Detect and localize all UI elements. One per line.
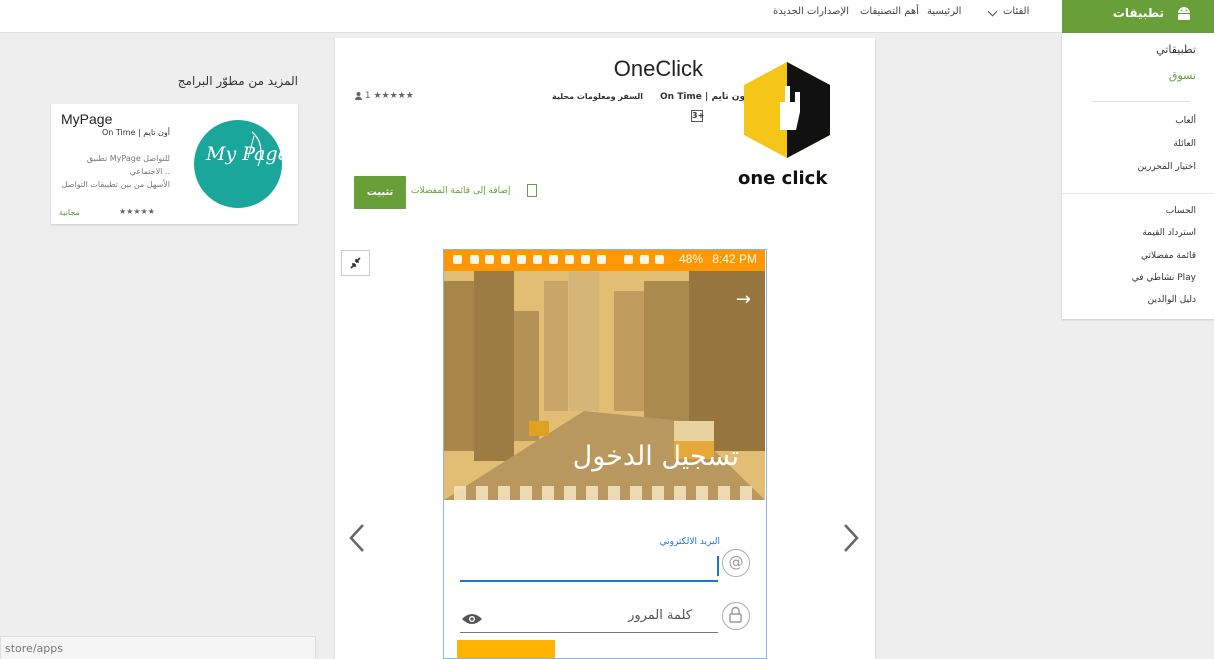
status-icon bbox=[485, 255, 494, 264]
sidebar-item-wishlist[interactable]: قائمة مفضلاتي bbox=[1141, 251, 1196, 261]
sidebar-divider bbox=[1092, 101, 1190, 102]
status-icon bbox=[533, 255, 542, 264]
card-desc-line: الاجتماعي .. bbox=[129, 167, 170, 176]
bookmark-plus-icon[interactable] bbox=[527, 184, 537, 197]
card-app-name[interactable]: MyPage bbox=[61, 111, 112, 127]
nav-top-charts[interactable]: أهم التصنيفات bbox=[860, 6, 919, 17]
mypage-logo-text: My Page bbox=[205, 143, 284, 165]
phone-status-bar: 48% 8:42 PM bbox=[444, 250, 765, 271]
eye-icon[interactable] bbox=[462, 613, 482, 625]
chevron-right-icon[interactable] bbox=[843, 523, 859, 553]
login-button[interactable] bbox=[457, 640, 555, 658]
status-time: 8:42 PM bbox=[712, 252, 757, 266]
card-description: تطبيق MyPage للتواصل الاجتماعي .. الأسهل… bbox=[60, 152, 170, 191]
review-count: 1 bbox=[364, 91, 371, 101]
sidebar-item-play-activity[interactable]: نشاطي في Play bbox=[1132, 273, 1196, 283]
logo-text: one click bbox=[738, 168, 828, 189]
collapse-icon[interactable] bbox=[341, 250, 370, 276]
mypage-logo: My Page bbox=[194, 120, 284, 208]
more-from-developer-title: المزيد من مطوّر البرامج bbox=[177, 74, 298, 88]
android-icon bbox=[1178, 7, 1190, 20]
arrow-right-icon[interactable]: → bbox=[736, 289, 751, 310]
status-icon bbox=[581, 255, 590, 264]
password-field[interactable] bbox=[460, 632, 718, 633]
at-icon: @ bbox=[722, 549, 750, 577]
password-label: كلمة المرور bbox=[628, 608, 692, 623]
nav-categories[interactable]: الفئات bbox=[1003, 6, 1029, 17]
battery-level: 48% bbox=[678, 252, 703, 266]
install-button[interactable]: تثبيت bbox=[354, 176, 406, 209]
lock-icon bbox=[722, 602, 750, 630]
status-url: store/apps bbox=[0, 636, 316, 659]
sidebar-item-shop[interactable]: تسوق bbox=[1169, 69, 1196, 82]
card-rating-stars: ★★★★★ bbox=[119, 207, 155, 216]
nav-new-releases[interactable]: الإصدارات الجديدة bbox=[773, 6, 849, 17]
sidebar-item-parent-guide[interactable]: دليل الوالدين bbox=[1148, 295, 1196, 305]
apps-tab[interactable]: تطبيقات bbox=[1062, 0, 1214, 33]
sidebar-item-redeem[interactable]: استرداد القيمة bbox=[1142, 228, 1196, 238]
oneclick-logo: one click bbox=[738, 62, 830, 189]
sidebar-item-editors-choice[interactable]: اختيار المحررين bbox=[1138, 162, 1196, 172]
card-desc-line: تطبيق MyPage للتواصل bbox=[86, 154, 170, 163]
status-icon bbox=[624, 255, 633, 264]
city-photo: → تسجيل الدخول bbox=[444, 271, 765, 500]
sidebar-divider bbox=[1062, 193, 1214, 194]
add-to-wishlist-link[interactable]: إضافة إلى قائمة المفضلات bbox=[411, 186, 511, 196]
status-icon bbox=[640, 255, 649, 264]
person-icon bbox=[355, 91, 362, 100]
card-desc-line: الأسهل من بين تطبيقات التواصل bbox=[61, 180, 170, 189]
sidebar: تطبيقاتي تسوق ألعاب العائلة اختيار المحر… bbox=[1062, 33, 1214, 319]
app-details-card: OneClick On Time | أون تايم السفر ومعلوم… bbox=[335, 38, 875, 659]
status-icon bbox=[655, 255, 664, 264]
chevron-left-icon[interactable] bbox=[349, 523, 365, 553]
app-title: OneClick bbox=[613, 56, 703, 81]
status-icon bbox=[549, 255, 558, 264]
rating-stars: ★★★★★ bbox=[373, 91, 414, 101]
app-screenshot[interactable]: 48% 8:42 PM → تسجيل الدخول البريد الالكت… bbox=[443, 249, 767, 659]
status-icon bbox=[517, 255, 526, 264]
rating: 1 ★★★★★ bbox=[355, 91, 414, 101]
apps-tab-label: تطبيقات bbox=[1112, 6, 1164, 20]
sidebar-item-games[interactable]: ألعاب bbox=[1175, 116, 1196, 126]
sidebar-item-family[interactable]: العائلة bbox=[1173, 139, 1196, 149]
sidebar-item-my-apps[interactable]: تطبيقاتي bbox=[1156, 43, 1196, 56]
email-label: البريد الالكتروني bbox=[659, 537, 720, 547]
status-icon bbox=[470, 255, 479, 264]
card-developer[interactable]: On Time | أون تايم bbox=[102, 128, 170, 137]
top-bar: الإصدارات الجديدة أهم التصنيفات الرئيسية… bbox=[0, 0, 1214, 33]
nav-home[interactable]: الرئيسية bbox=[927, 6, 961, 17]
status-icon bbox=[597, 255, 606, 264]
content-rating-badge: 3+ bbox=[691, 110, 705, 122]
chevron-down-icon[interactable] bbox=[987, 6, 998, 17]
category-link[interactable]: السفر ومعلومات محلية bbox=[552, 92, 643, 101]
sidebar-item-account[interactable]: الحساب bbox=[1166, 206, 1196, 216]
status-icon bbox=[501, 255, 510, 264]
developer-app-card[interactable]: MyPage On Time | أون تايم تطبيق MyPage ل… bbox=[51, 104, 298, 224]
status-icon bbox=[453, 255, 462, 264]
card-price: مجانية bbox=[59, 208, 80, 217]
login-title: تسجيل الدخول bbox=[572, 441, 739, 472]
status-icon bbox=[565, 255, 574, 264]
text-cursor bbox=[717, 556, 719, 576]
email-field[interactable] bbox=[460, 580, 718, 582]
